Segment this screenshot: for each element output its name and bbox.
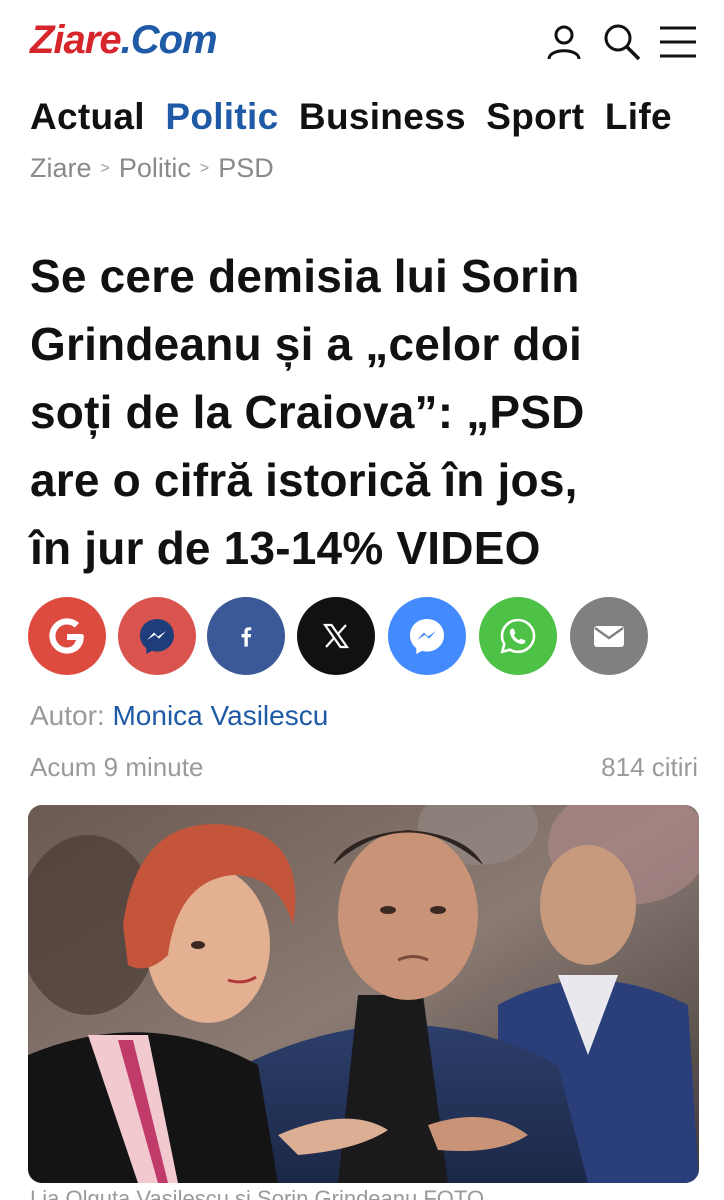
x-icon	[322, 623, 350, 649]
x-share-button[interactable]	[297, 597, 375, 675]
google-icon	[49, 618, 84, 654]
user-icon[interactable]	[544, 22, 584, 62]
breadcrumb: Ziare > Politic > PSD	[30, 153, 274, 184]
nav-item-business[interactable]: Business	[299, 96, 466, 138]
publish-time: Acum 9 minute	[30, 752, 204, 782]
logo-text-main: Ziare	[30, 18, 122, 62]
breadcrumb-separator: >	[100, 160, 110, 177]
whatsapp-icon	[500, 618, 536, 654]
article-title: Se cere demisia lui Sorin Grindeanu și a…	[30, 242, 700, 582]
messenger-icon	[410, 619, 444, 654]
read-count: 814 citiri	[601, 752, 698, 782]
nav-item-life[interactable]: Life	[605, 96, 672, 138]
messenger-share-button[interactable]	[388, 597, 466, 675]
whatsapp-share-button[interactable]	[479, 597, 557, 675]
author-name-link[interactable]: Monica Vasilescu	[112, 700, 328, 731]
search-icon[interactable]	[602, 22, 642, 62]
messenger-share-button-red[interactable]	[118, 597, 196, 675]
site-logo[interactable]: Ziare.Com	[30, 18, 218, 63]
logo-text-dot: .	[120, 18, 132, 62]
envelope-icon	[594, 626, 624, 647]
facebook-share-button[interactable]	[207, 597, 285, 675]
email-share-button[interactable]	[570, 597, 648, 675]
article-photo-illustration	[28, 805, 699, 1183]
author-label: Autor:	[30, 700, 105, 731]
title-line: în jur de 13-14% VIDEO	[30, 522, 541, 574]
breadcrumb-item-psd[interactable]: PSD	[218, 153, 274, 183]
article-photo[interactable]	[28, 805, 699, 1183]
nav-item-politic[interactable]: Politic	[165, 96, 278, 138]
photo-caption: Lia Olguța Vasilescu și Sorin Grindeanu …	[30, 1186, 485, 1200]
title-line: Se cere demisia lui Sorin	[30, 250, 580, 302]
menu-icon[interactable]	[658, 22, 698, 62]
title-line: are o cifră istorică în jos,	[30, 454, 578, 506]
title-line: Grindeanu și a „celor doi	[30, 318, 583, 370]
title-line: soți de la Craiova”: „PSD	[30, 386, 585, 438]
messenger-icon	[140, 619, 174, 654]
nav-item-sport[interactable]: Sport	[486, 96, 584, 138]
logo-text-om: om	[158, 18, 218, 62]
breadcrumb-separator: >	[199, 160, 210, 177]
breadcrumb-item-politic[interactable]: Politic	[119, 153, 191, 183]
article-author: Autor: Monica Vasilescu	[30, 700, 328, 732]
google-share-button[interactable]	[28, 597, 106, 675]
nav-item-actual[interactable]: Actual	[30, 96, 145, 138]
logo-text-c: C	[130, 18, 160, 62]
site-header: Ziare.Com	[0, 0, 724, 90]
main-nav: Actual Politic Business Sport Life	[30, 96, 724, 146]
breadcrumb-item-ziare[interactable]: Ziare	[30, 153, 92, 183]
facebook-icon	[241, 627, 252, 647]
